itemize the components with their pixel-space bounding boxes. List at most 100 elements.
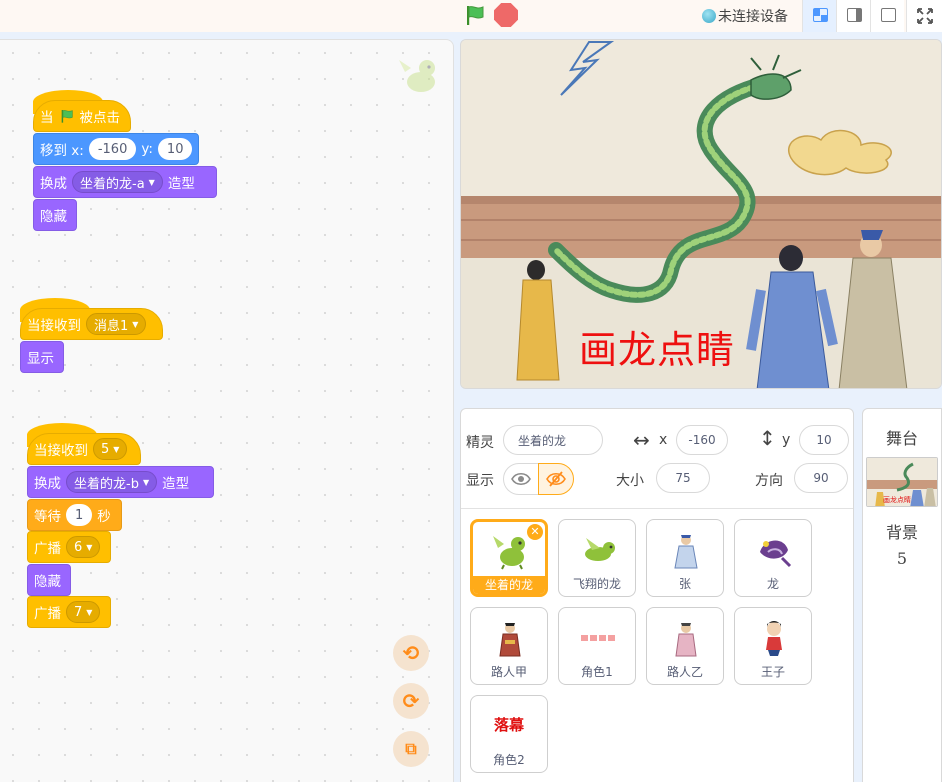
green-flag-icon[interactable] (463, 3, 487, 27)
x-arrow-icon: ↔ (633, 428, 650, 452)
when-receive-block[interactable]: 当接收到 消息1 ▼ (20, 308, 163, 340)
block-text: 广播 (34, 541, 61, 557)
undo-icon: ⟲ (402, 641, 420, 665)
x-input[interactable]: -160 (88, 138, 137, 160)
size-label: 大小 (616, 473, 644, 489)
direction-input[interactable]: 90 (794, 463, 848, 493)
menu-bar: 未连接设备 (0, 0, 942, 32)
sprite-info-panel: 精灵 坐着的龙 ↔ x -160 ↕ y 10 显示 大小 75 方向 90 (461, 409, 853, 509)
sprite-tile[interactable]: ✕ 坐着的龙 (470, 519, 548, 597)
sprite-list: ✕ 坐着的龙 飞翔的龙 张 龙 路人甲 角色1 路人乙 王子 落幕 角色2 (461, 510, 853, 782)
stage-thumbnail-title: 画龙点睛 (883, 495, 911, 504)
sprite-tile[interactable]: 王子 (734, 607, 812, 685)
stop-icon[interactable] (494, 3, 518, 27)
cleanup-button[interactable]: ⧉ (393, 731, 429, 767)
broadcast-block[interactable]: 广播 6 ▼ (27, 531, 111, 563)
block-text: 当接收到 (34, 443, 88, 459)
zhang-person-icon (674, 535, 698, 569)
stage-thumbnail[interactable]: 画龙点睛 (866, 457, 938, 507)
flying-dragon-icon (585, 538, 615, 561)
sprite-name: 龙 (766, 577, 779, 591)
block-text: 造型 (162, 476, 190, 492)
show-block[interactable]: 显示 (20, 341, 64, 373)
sprite-tile[interactable]: 飞翔的龙 (558, 519, 636, 597)
sprite-tile[interactable]: 张 (646, 519, 724, 597)
sprite-name: 坐着的龙 (473, 576, 545, 594)
dropdown-caret-icon: ▼ (148, 177, 155, 187)
sprite-tile[interactable]: 角色1 (558, 607, 636, 685)
block-text: 广播 (34, 606, 61, 622)
y-position-input[interactable]: 10 (799, 425, 849, 455)
block-text: 隐藏 (40, 209, 67, 225)
no-stage-button[interactable] (870, 0, 904, 32)
go-to-xy-block[interactable]: 移到 x: -160 y: 10 (33, 133, 199, 165)
sprite-name-input[interactable]: 坐着的龙 (503, 425, 603, 455)
hide-block[interactable]: 隐藏 (27, 564, 71, 596)
stage-canvas[interactable]: 画龙点睛 (460, 39, 942, 389)
sprite-name: 飞翔的龙 (572, 577, 621, 591)
block-text: 造型 (167, 176, 195, 192)
hide-block[interactable]: 隐藏 (33, 199, 77, 231)
broadcast-dropdown[interactable]: 7 ▼ (66, 601, 101, 623)
fullscreen-button[interactable] (906, 0, 942, 32)
small-stage-icon (813, 8, 828, 22)
small-stage-button[interactable] (802, 0, 836, 32)
dropdown-caret-icon: ▼ (142, 477, 150, 487)
stage-selector[interactable]: 舞台 画龙点睛 背景 5 (862, 408, 942, 782)
when-receive-block[interactable]: 当接收到 5 ▼ (27, 433, 141, 465)
code-area[interactable]: 当 被点击 移到 x: -160 y: 10 换成 坐着的龙-a ▼ 造型 隐藏… (0, 39, 454, 782)
block-text: 换成 (34, 476, 61, 492)
show-label: 显示 (466, 473, 494, 489)
x-position-input[interactable]: -160 (676, 425, 728, 455)
message-dropdown[interactable]: 5 ▼ (93, 438, 128, 460)
costume-dropdown[interactable]: 坐着的龙-b ▼ (66, 471, 158, 493)
block-text: y: (141, 141, 153, 157)
undo-button[interactable]: ⟲ (393, 635, 429, 671)
message-dropdown[interactable]: 消息1 ▼ (86, 313, 147, 335)
wait-seconds-input[interactable]: 1 (66, 504, 93, 526)
hide-sprite-button[interactable] (538, 463, 574, 495)
sprite-tile[interactable]: 路人乙 (646, 607, 724, 685)
prince-icon (766, 621, 782, 656)
redo-button[interactable]: ⟳ (393, 683, 429, 719)
size-input[interactable]: 75 (656, 463, 710, 493)
block-text: 等待 (34, 509, 61, 525)
sprite-name: 角色2 (493, 753, 525, 767)
sprite-pane: 精灵 坐着的龙 ↔ x -160 ↕ y 10 显示 大小 75 方向 90 ✕… (460, 408, 854, 782)
sprite-tile[interactable]: 龙 (734, 519, 812, 597)
eye-icon (511, 472, 531, 486)
normal-stage-icon (847, 8, 862, 22)
y-label: y (782, 432, 791, 448)
device-status[interactable]: 未连接设备 (702, 6, 788, 26)
switch-costume-block[interactable]: 换成 坐着的龙-b ▼ 造型 (27, 466, 214, 498)
switch-costume-block[interactable]: 换成 坐着的龙-a ▼ 造型 (33, 166, 217, 198)
sprite-name: 王子 (760, 665, 785, 679)
dropdown-value: 坐着的龙-a (80, 176, 145, 192)
sprite-tile[interactable]: 路人甲 (470, 607, 548, 685)
crop-icon: ⧉ (405, 739, 417, 758)
passerby-b-icon (675, 623, 697, 657)
show-sprite-button[interactable] (503, 463, 539, 495)
sprite-tile[interactable]: 落幕 角色2 (470, 695, 548, 773)
stage-selector-title: 舞台 (885, 429, 918, 448)
sprite-name: 角色1 (581, 665, 613, 679)
dragon-icon (760, 540, 792, 568)
broadcast-block[interactable]: 广播 7 ▼ (27, 596, 111, 628)
block-text: 当接收到 (27, 318, 81, 334)
title-text-icon (581, 635, 615, 641)
dropdown-value: 消息1 (94, 318, 129, 334)
dropdown-value: 7 (74, 604, 83, 620)
normal-stage-button[interactable] (836, 0, 870, 32)
delete-sprite-button[interactable]: ✕ (527, 524, 543, 540)
y-input[interactable]: 10 (157, 138, 193, 160)
when-flag-clicked-block[interactable]: 当 被点击 (33, 100, 131, 132)
dropdown-caret-icon: ▼ (86, 607, 93, 617)
costume-dropdown[interactable]: 坐着的龙-a ▼ (72, 171, 163, 193)
block-text: 秒 (97, 509, 111, 525)
backdrop-count: 5 (896, 549, 908, 568)
dropdown-value: 坐着的龙-b (74, 476, 139, 492)
device-status-label: 未连接设备 (718, 9, 788, 25)
wait-block[interactable]: 等待 1 秒 (27, 499, 122, 531)
stage-thumbnail-illustration: 画龙点睛 (867, 458, 937, 506)
broadcast-dropdown[interactable]: 6 ▼ (66, 536, 101, 558)
